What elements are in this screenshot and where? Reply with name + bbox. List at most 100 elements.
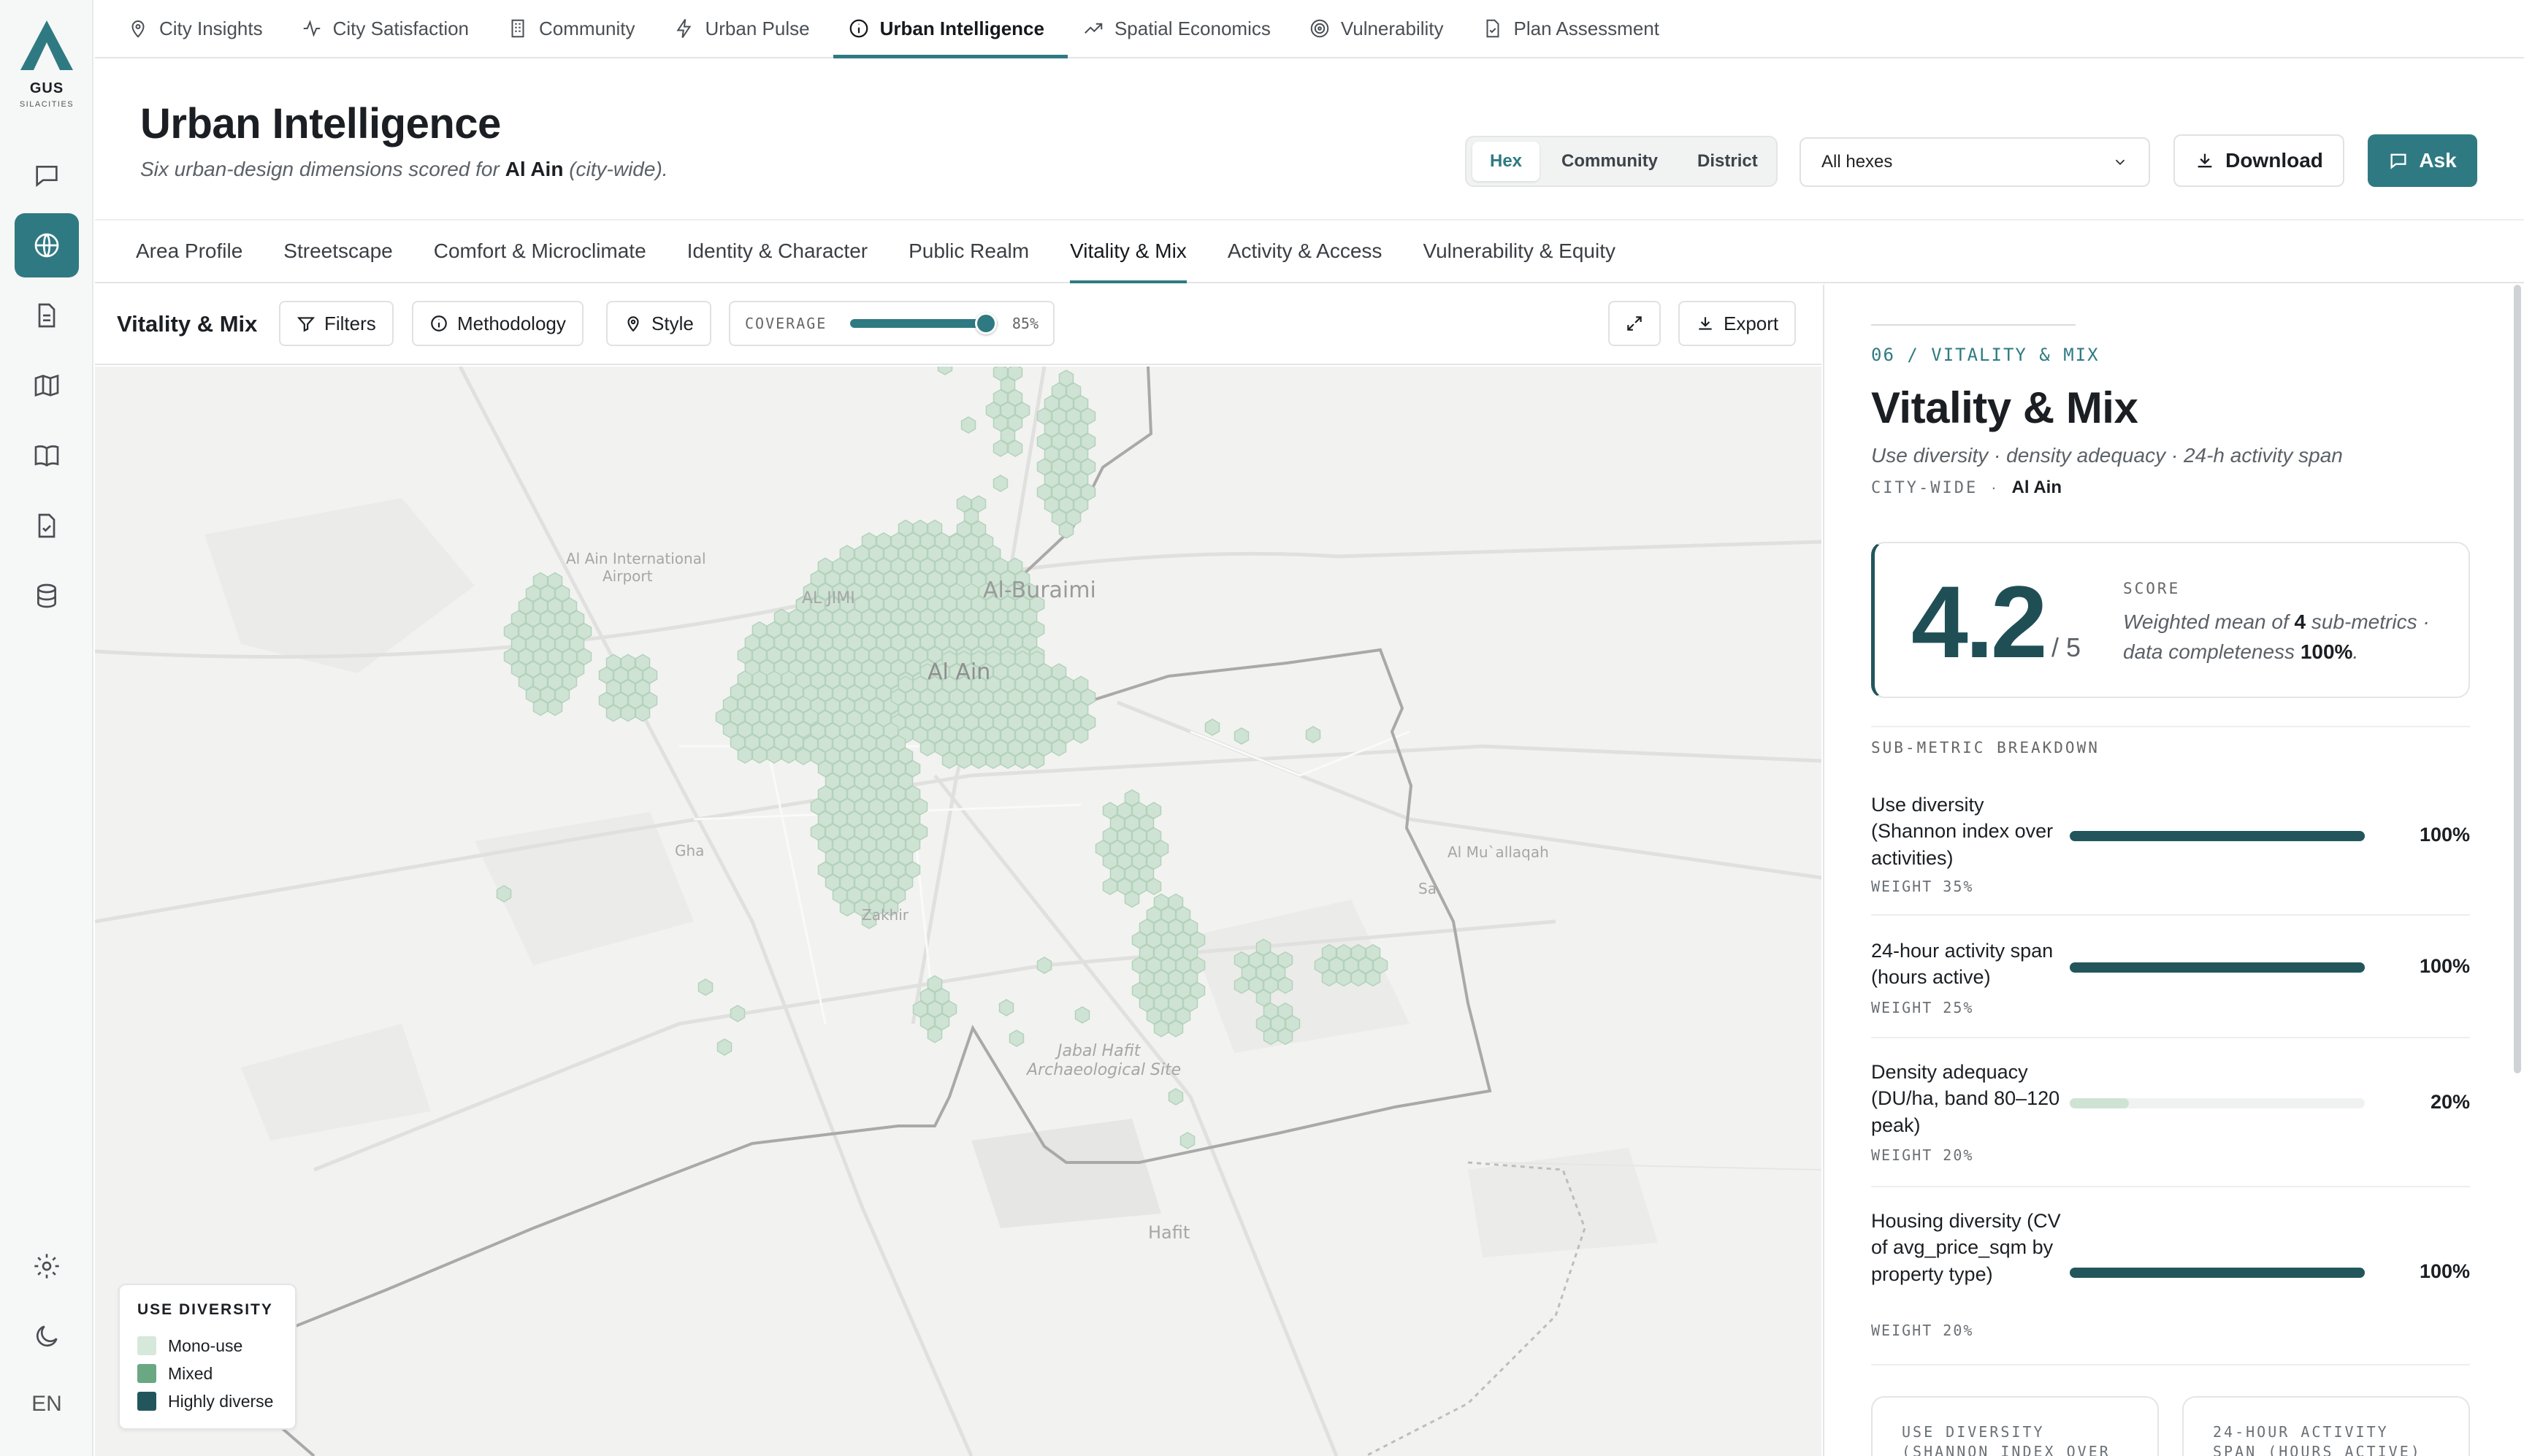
nav-vulnerability[interactable]: Vulnerability — [1294, 0, 1467, 57]
hex-cell[interactable] — [1014, 751, 1030, 770]
hex-cell[interactable] — [1058, 521, 1074, 539]
rail-document-button[interactable] — [15, 283, 79, 348]
map-svg[interactable]: Al Ain International Airport Al-Buraimi … — [95, 367, 1821, 1456]
rail-book-button[interactable] — [15, 424, 79, 488]
mini-card-24h-activity[interactable]: 24-HOUR ACTIVITY SPAN (HOURS ACTIVE) — [2182, 1396, 2470, 1456]
coverage-handle[interactable] — [974, 313, 997, 334]
hex-cell[interactable] — [635, 704, 651, 722]
tab-vulnerability-equity[interactable]: Vulnerability & Equity — [1423, 221, 1615, 282]
hex-cell[interactable] — [1000, 751, 1016, 770]
rail-theme-button[interactable] — [15, 1304, 79, 1368]
hex-cell[interactable] — [1179, 1132, 1196, 1149]
hex-cell[interactable] — [737, 746, 753, 764]
hex-cell[interactable] — [998, 999, 1014, 1016]
hex-cell[interactable] — [1124, 890, 1140, 908]
rail-settings-button[interactable] — [15, 1234, 79, 1298]
granularity-district[interactable]: District — [1680, 142, 1775, 181]
map-canvas[interactable]: Al Ain International Airport Al-Buraimi … — [95, 367, 1821, 1456]
hex-cell[interactable] — [1204, 719, 1220, 736]
coverage-slider[interactable]: COVERAGE 85% — [729, 301, 1055, 346]
hex-cell[interactable] — [1073, 726, 1089, 744]
tab-public-realm[interactable]: Public Realm — [909, 221, 1029, 282]
hex-cell[interactable] — [1277, 1027, 1293, 1046]
hex-cell[interactable] — [1153, 1019, 1169, 1038]
nav-urban-intelligence[interactable]: Urban Intelligence — [833, 0, 1068, 58]
hex-cell[interactable] — [1168, 1088, 1184, 1106]
coverage-track[interactable] — [850, 313, 998, 334]
nav-community[interactable]: Community — [492, 0, 658, 57]
rail-chat-button[interactable] — [15, 143, 79, 207]
tab-activity-access[interactable]: Activity & Access — [1228, 221, 1383, 282]
nav-city-insights[interactable]: City Insights — [112, 0, 286, 57]
hex-cell[interactable] — [766, 746, 782, 764]
hex-cell[interactable] — [956, 571, 972, 589]
hex-cell[interactable] — [1036, 957, 1052, 974]
hex-cell[interactable] — [1321, 969, 1337, 987]
hex-cell[interactable] — [1168, 1019, 1184, 1038]
export-button[interactable]: Export — [1678, 301, 1797, 346]
hex-cell[interactable] — [1009, 1030, 1025, 1047]
hex-cell[interactable] — [532, 698, 548, 716]
nav-spatial-economics[interactable]: Spatial Economics — [1068, 0, 1294, 57]
download-button[interactable]: Download — [2173, 134, 2344, 187]
hex-cell[interactable] — [496, 885, 512, 903]
rail-database-button[interactable] — [15, 564, 79, 628]
hex-cell[interactable] — [781, 746, 797, 764]
hex-cell[interactable] — [1305, 726, 1321, 743]
ask-button[interactable]: Ask — [2368, 134, 2477, 187]
hex-cell[interactable] — [1051, 739, 1067, 756]
mini-card-use-diversity[interactable]: USE DIVERSITY (SHANNON INDEX OVER — [1871, 1396, 2159, 1456]
hex-cell[interactable] — [730, 1005, 746, 1022]
brand-logo[interactable]: GUS SILACITIES — [15, 19, 79, 109]
panel-scrollbar[interactable] — [2514, 285, 2521, 1073]
hex-cell[interactable] — [605, 704, 622, 722]
hex-cell[interactable] — [985, 751, 1001, 770]
hex-cell[interactable] — [919, 739, 936, 756]
hex-cell[interactable] — [1074, 1006, 1090, 1024]
hex-cell[interactable] — [716, 1038, 733, 1056]
hex-cell[interactable] — [941, 751, 957, 770]
hex-cell[interactable] — [752, 746, 768, 764]
filters-button[interactable]: Filters — [279, 301, 394, 346]
expand-map-button[interactable] — [1608, 301, 1661, 346]
tab-comfort-microclimate[interactable]: Comfort & Microclimate — [434, 221, 646, 282]
hex-cell[interactable] — [1263, 1027, 1279, 1046]
hex-cell[interactable] — [993, 440, 1009, 457]
methodology-button[interactable]: Methodology — [412, 301, 584, 346]
hex-cell[interactable] — [927, 1025, 943, 1043]
hex-cell[interactable] — [1336, 969, 1352, 987]
hex-cell[interactable] — [937, 367, 953, 375]
hex-filter-select[interactable]: All hexes — [1800, 137, 2150, 187]
hex-cell[interactable] — [1365, 969, 1381, 987]
nav-plan-assessment[interactable]: Plan Assessment — [1467, 0, 1683, 57]
nav-urban-pulse[interactable]: Urban Pulse — [659, 0, 833, 57]
rail-checklist-button[interactable] — [15, 494, 79, 558]
hex-cell[interactable] — [1102, 878, 1118, 895]
hex-cell[interactable] — [839, 899, 855, 917]
hex-cell[interactable] — [960, 416, 976, 434]
rail-globe-button[interactable] — [15, 213, 79, 277]
hex-cell[interactable] — [956, 751, 972, 770]
hex-cell[interactable] — [547, 698, 563, 716]
tab-identity-character[interactable]: Identity & Character — [687, 221, 868, 282]
tab-streetscape[interactable]: Streetscape — [283, 221, 392, 282]
rail-map-button[interactable] — [15, 353, 79, 418]
hex-cell[interactable] — [1277, 976, 1293, 995]
hex-cell[interactable] — [1007, 440, 1023, 457]
style-button[interactable]: Style — [606, 301, 711, 346]
language-switch[interactable]: EN — [0, 1392, 93, 1417]
hex-cell[interactable] — [1029, 751, 1045, 770]
granularity-hex[interactable]: Hex — [1472, 142, 1540, 181]
hex-cell[interactable] — [1234, 976, 1250, 995]
hex-cell[interactable] — [971, 751, 987, 770]
hex-cell[interactable] — [795, 748, 811, 765]
nav-city-satisfaction[interactable]: City Satisfaction — [286, 0, 492, 57]
hex-cell[interactable] — [1350, 969, 1366, 987]
granularity-community[interactable]: Community — [1544, 142, 1675, 181]
hex-cell[interactable] — [1146, 878, 1162, 895]
tab-area-profile[interactable]: Area Profile — [136, 221, 242, 282]
hex-cell[interactable] — [697, 978, 714, 996]
hex-cell[interactable] — [620, 704, 636, 722]
hex-cell[interactable] — [993, 475, 1009, 492]
hex-cell[interactable] — [1234, 727, 1250, 745]
